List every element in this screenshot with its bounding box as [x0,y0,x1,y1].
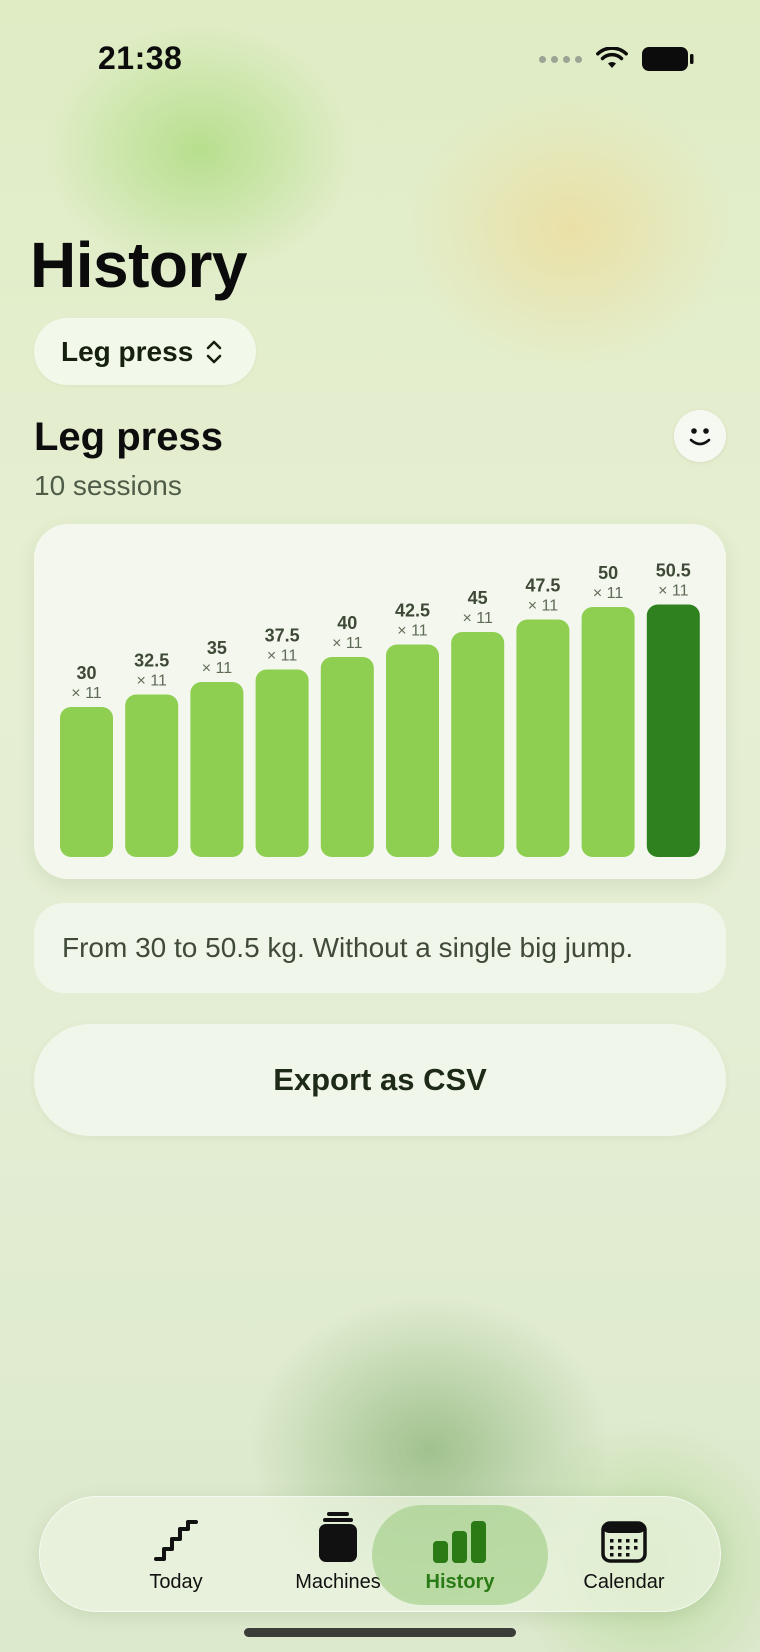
chart-bar [255,669,309,857]
calendar-icon [601,1521,647,1563]
bar-reps-label: × 11 [462,610,493,627]
session-count: 10 sessions [34,470,182,501]
bar-value-label: 40 [337,613,357,633]
tab-label: Today [149,1571,203,1593]
bar-reps-label: × 11 [593,585,624,602]
bar-value-label: 45 [468,588,488,608]
bar-reps-label: × 11 [71,685,102,702]
bar-value-label: 50.5 [656,561,691,581]
bar-reps-label: × 11 [658,583,689,600]
progress-chart: 30 × 11 32.5 × 11 35 × 11 37.5 × 11 40 × 11 42.5 × … [60,561,700,857]
bar-reps-label: × 11 [267,648,298,665]
bar-value-label: 35 [207,638,227,658]
picker-label: Leg press [61,335,194,367]
progress-chart-card: 30 × 11 32.5 × 11 35 × 11 37.5 × 11 40 × 11 42.5 × … [34,524,726,879]
chart-bar [451,632,505,857]
wifi-icon [596,47,628,68]
summary-text: From 30 to 50.5 kg. Without a single big… [62,932,634,963]
tab-label: Calendar [583,1571,665,1593]
export-csv-label: Export as CSV [273,1062,487,1097]
home-indicator [244,1628,516,1637]
page-title: History [30,229,248,301]
chevron-up-down-icon [206,340,222,363]
bar-value-label: 30 [76,663,96,683]
tab-calendar[interactable]: Calendar [536,1505,712,1605]
bar-reps-label: × 11 [202,660,233,677]
bar-value-label: 50 [598,563,618,583]
tab-history[interactable]: History [372,1505,548,1605]
chart-bar [386,644,439,857]
chart-bar [60,707,113,857]
tab-label: Machines [295,1571,381,1593]
signal-dots-icon [539,55,582,63]
bar-value-label: 37.5 [265,626,300,646]
battery-icon [642,47,694,71]
weight-stack-icon [319,1512,357,1562]
tab-label: History [425,1571,495,1593]
export-csv-button[interactable]: Export as CSV [34,1024,726,1136]
exercise-picker[interactable]: Leg press [34,318,256,385]
tab-bar: Today Machines History Calendar [39,1496,721,1612]
bar-value-label: 32.5 [134,651,169,671]
mood-button[interactable] [674,410,726,462]
chart-bar [125,694,179,857]
stairs-icon [154,1520,198,1561]
bar-reps-label: × 11 [528,598,559,615]
summary-card: From 30 to 50.5 kg. Without a single big… [34,903,726,993]
bar-reps-label: × 11 [332,635,363,652]
tab-today[interactable]: Today [88,1505,264,1605]
bar-chart-icon [433,1521,486,1563]
bar-reps-label: × 11 [136,673,167,690]
bar-reps-label: × 11 [397,623,428,640]
chart-bar [646,604,700,857]
status-time: 21:38 [98,40,183,76]
chart-bar [516,619,570,857]
bar-value-label: 42.5 [395,601,430,621]
chart-bar [190,682,244,857]
bar-value-label: 47.5 [525,576,560,596]
smiley-face-icon [689,428,711,446]
chart-bar [581,607,635,857]
exercise-name: Leg press [34,415,223,459]
chart-bar [320,657,374,857]
status-icons [539,46,694,72]
